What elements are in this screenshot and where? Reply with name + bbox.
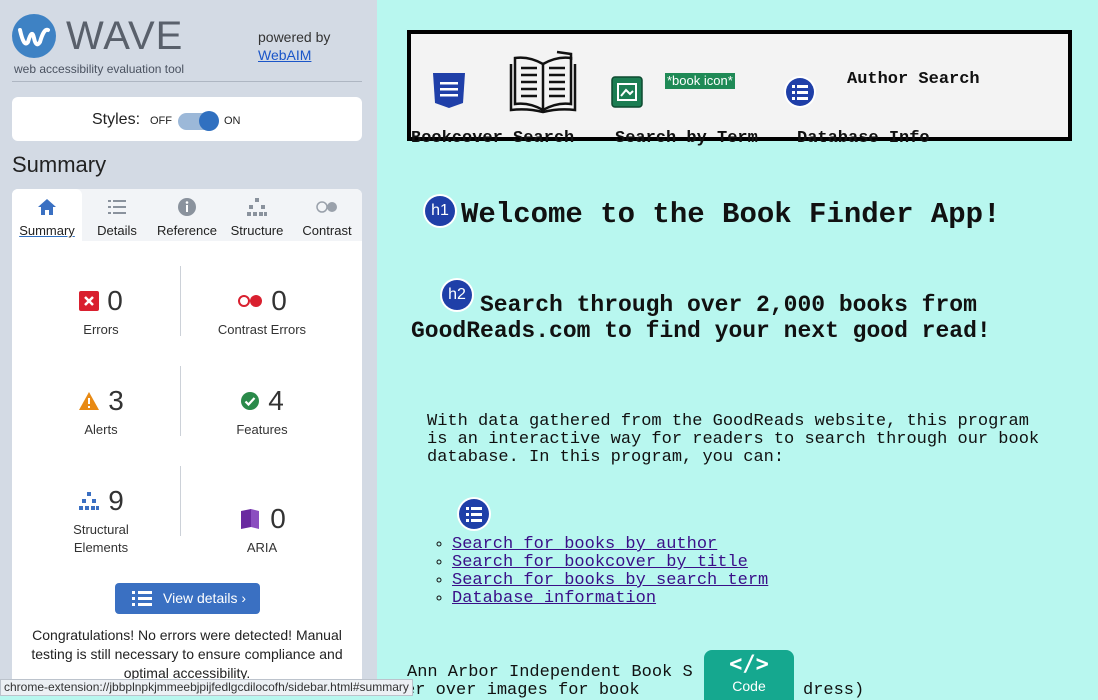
stat-aria[interactable]: 0 ARIA: [187, 503, 337, 557]
tab-reference-label: Reference: [157, 223, 217, 238]
nav-search-by-term[interactable]: Search by Term: [615, 129, 758, 148]
wave-sidebar: WAVE web accessibility evaluation tool p…: [0, 0, 377, 694]
stat-structural[interactable]: 9 Structural Elements: [26, 485, 176, 557]
navbar: *book icon* Author Search: [407, 30, 1072, 141]
summary-heading: Summary: [12, 152, 107, 177]
code-tab-label: Code: [732, 678, 766, 694]
tab-summary-label: Summary: [19, 223, 75, 238]
structural-count: 9: [108, 485, 124, 516]
errors-label: Errors: [83, 322, 119, 337]
view-details-button[interactable]: View details ›: [115, 583, 260, 614]
nav-bookcover-search[interactable]: Bookcover Search: [411, 129, 574, 148]
stat-alerts[interactable]: 3 Alerts: [26, 385, 176, 439]
footer-line-2-tail: dress): [803, 681, 865, 700]
page-content: *book icon* Author Search Bookcover Sear…: [377, 0, 1098, 700]
intro-paragraph: With data gathered from the GoodReads we…: [427, 412, 1040, 467]
wave-logo-icon: [12, 14, 56, 58]
tab-structure-label: Structure: [230, 223, 284, 238]
congrats-message: Congratulations! No errors were detected…: [31, 627, 343, 681]
toggle-off-label: OFF: [150, 115, 172, 127]
h1-badge-icon: h1: [423, 194, 457, 228]
styles-toggle-knob[interactable]: [199, 111, 219, 131]
book-icon-alt: *book icon*: [665, 73, 735, 89]
feature-link-list: Search for books by author Search for bo…: [433, 536, 768, 608]
list-icon: [784, 76, 816, 108]
wave-logo-text: WAVE: [66, 14, 184, 58]
h1-badge-text: h1: [425, 196, 455, 226]
link-search-by-author[interactable]: Search for books by author: [452, 535, 717, 554]
home-icon: [38, 199, 56, 215]
alerts-label: Alerts: [84, 422, 118, 437]
stat-divider: [180, 466, 181, 536]
view-details-label: View details ›: [163, 590, 247, 606]
code-panel-toggle[interactable]: </> Code: [704, 650, 794, 700]
webaim-link[interactable]: WebAIM: [258, 46, 330, 64]
list-icon: [132, 591, 152, 606]
page-title: Welcome to the Book Finder App!: [461, 198, 1001, 231]
contrast-icon: [316, 201, 337, 213]
footer-line-1: Ann Arbor Independent Book S: [407, 663, 693, 682]
alert-icon: [79, 392, 100, 410]
stat-divider: [180, 266, 181, 336]
styles-label: Styles:: [92, 111, 141, 128]
link-search-by-term[interactable]: Search for books by search term: [452, 571, 768, 590]
aria-label: ARIA: [246, 540, 278, 555]
powered-by-text: powered by: [258, 29, 331, 45]
browser-status-url: chrome-extension://jbbplnpkjmmeebjpijfed…: [0, 679, 413, 696]
tab-contrast[interactable]: Contrast: [292, 189, 362, 241]
tab-summary[interactable]: Summary: [12, 189, 82, 241]
list-icon: [108, 200, 126, 214]
code-icon: </>: [729, 652, 769, 677]
tab-details-label: Details: [97, 223, 137, 238]
tab-contrast-label: Contrast: [302, 223, 352, 238]
info-icon: [178, 198, 196, 216]
structural-label: Structural Elements: [73, 522, 129, 555]
structure-icon: [79, 492, 100, 510]
alerts-count: 3: [108, 385, 124, 416]
list-icon: [433, 73, 465, 108]
list-item: Database information: [452, 590, 768, 608]
errors-count: 0: [107, 285, 123, 316]
aria-count: 0: [270, 503, 286, 534]
link-database-info[interactable]: Database information: [452, 589, 656, 608]
feature-icon: [241, 392, 260, 410]
wave-tabs: Summary Details Reference Structure Cont…: [12, 189, 362, 241]
link-search-bookcover[interactable]: Search for bookcover by title: [452, 553, 748, 572]
header-divider: [12, 81, 362, 82]
page-subtitle-text: Search through over 2,000 books from Goo…: [411, 292, 991, 344]
nav-database-info[interactable]: Database Info: [797, 129, 930, 148]
stat-errors[interactable]: 0 Errors: [26, 285, 176, 339]
error-icon: [79, 291, 100, 311]
contrast-errors-label: Contrast Errors: [217, 322, 307, 337]
book-icon[interactable]: [509, 50, 577, 114]
list-item: Search for bookcover by title: [452, 554, 768, 572]
stat-contrast-errors[interactable]: 0 Contrast Errors: [187, 285, 337, 339]
nav-author-search[interactable]: Author Search: [847, 70, 980, 89]
features-count: 4: [268, 385, 284, 416]
contrast-errors-count: 0: [271, 285, 287, 316]
styles-toggle-box: Styles: OFF ON: [12, 97, 362, 141]
wave-tagline: web accessibility evaluation tool: [14, 62, 185, 76]
aria-icon: [241, 509, 260, 529]
image-link-icon: [611, 76, 643, 108]
stat-features[interactable]: 4 Features: [187, 385, 337, 439]
tab-details[interactable]: Details: [82, 189, 152, 241]
page-subtitle: Search through over 2,000 books from Goo…: [411, 292, 1081, 344]
list-item: Search for books by author: [452, 536, 768, 554]
list-item: Search for books by search term: [452, 572, 768, 590]
features-label: Features: [236, 422, 288, 437]
stat-divider: [180, 366, 181, 436]
summary-panel: Summary Details Reference Structure Cont…: [12, 189, 362, 694]
structure-icon: [247, 198, 267, 216]
powered-by: powered by WebAIM: [258, 28, 330, 64]
tab-structure[interactable]: Structure: [222, 189, 292, 241]
list-icon: [457, 497, 491, 531]
toggle-on-label: ON: [224, 115, 241, 127]
contrast-error-icon: [238, 295, 263, 307]
footer-line-2: er over images for book: [405, 681, 640, 700]
tab-reference[interactable]: Reference: [152, 189, 222, 241]
